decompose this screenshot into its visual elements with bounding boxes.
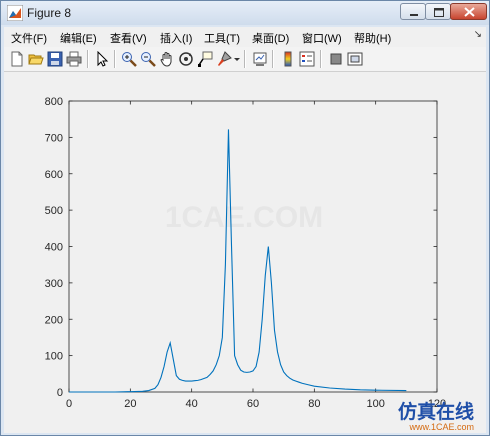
menu-insert[interactable]: 插入(I) bbox=[160, 30, 192, 46]
y-tick-label: 700 bbox=[45, 132, 63, 144]
x-tick-label: 60 bbox=[247, 398, 259, 410]
y-tick-label: 100 bbox=[45, 351, 63, 363]
brush-dropdown-icon[interactable] bbox=[233, 51, 241, 67]
title-bar[interactable]: Figure 8 bbox=[1, 1, 489, 25]
close-button[interactable] bbox=[450, 3, 487, 20]
minimize-button[interactable] bbox=[400, 3, 426, 20]
print-icon[interactable] bbox=[66, 51, 82, 67]
legend-icon[interactable] bbox=[299, 51, 315, 67]
x-tick-label: 100 bbox=[366, 398, 384, 410]
colorbar-icon[interactable] bbox=[280, 51, 296, 67]
menu-window[interactable]: 窗口(W) bbox=[302, 30, 342, 46]
y-tick-label: 200 bbox=[45, 314, 63, 326]
save-icon[interactable] bbox=[47, 51, 63, 67]
show-plot-tools-icon[interactable] bbox=[347, 51, 363, 67]
menu-tools[interactable]: 工具(T) bbox=[204, 30, 240, 46]
toolbar-separator bbox=[320, 50, 322, 68]
axes-box bbox=[68, 100, 438, 393]
dock-arrow-icon[interactable]: ↘ bbox=[474, 29, 482, 40]
menu-edit[interactable]: 编辑(E) bbox=[60, 30, 97, 46]
logo-text: 仿真在线 bbox=[398, 400, 474, 423]
toolbar-separator bbox=[272, 50, 274, 68]
matlab-icon bbox=[7, 5, 23, 21]
toolbar-separator bbox=[87, 50, 89, 68]
pan-hand-icon[interactable] bbox=[159, 51, 175, 67]
x-tick-label: 40 bbox=[186, 398, 198, 410]
figure-canvas: 1CAE.COM 0 20 40 60 80 100 120 0 100 200 300 400 500… bbox=[4, 72, 486, 433]
maximize-button[interactable] bbox=[425, 3, 451, 20]
link-plot-icon[interactable] bbox=[252, 51, 268, 67]
menu-view[interactable]: 查看(V) bbox=[110, 30, 147, 46]
y-tick-label: 0 bbox=[57, 387, 63, 399]
toolbar-separator bbox=[244, 50, 246, 68]
pointer-icon[interactable] bbox=[94, 51, 110, 67]
figure-window: Figure 8 文件(F) 编辑(E) 查看(V) 插入(I) 工具(T) 桌… bbox=[0, 0, 490, 436]
y-tick-label: 400 bbox=[45, 242, 63, 254]
figure-toolbar bbox=[4, 47, 486, 72]
close-icon bbox=[464, 7, 475, 17]
brush-icon[interactable] bbox=[216, 51, 232, 67]
open-file-icon[interactable] bbox=[28, 51, 44, 67]
x-tick-label: 20 bbox=[124, 398, 136, 410]
logo-url: www.1CAE.com bbox=[408, 422, 474, 432]
series-line bbox=[69, 129, 407, 393]
menu-file[interactable]: 文件(F) bbox=[11, 30, 47, 46]
watermark: 1CAE.COM bbox=[165, 201, 323, 234]
data-cursor-icon[interactable] bbox=[197, 51, 213, 67]
maximize-icon bbox=[434, 8, 444, 17]
y-tick-label: 500 bbox=[45, 205, 63, 217]
y-tick-label: 300 bbox=[45, 278, 63, 290]
x-tick-label: 0 bbox=[66, 398, 72, 410]
zoom-in-icon[interactable] bbox=[121, 51, 137, 67]
hide-plot-tools-icon[interactable] bbox=[328, 51, 344, 67]
y-tick-label: 800 bbox=[45, 96, 63, 108]
y-tick-label: 600 bbox=[45, 169, 63, 181]
menu-bar: 文件(F) 编辑(E) 查看(V) 插入(I) 工具(T) 桌面(D) 窗口(W… bbox=[4, 27, 486, 47]
window-title: Figure 8 bbox=[27, 6, 72, 20]
line-chart[interactable]: 1CAE.COM 0 20 40 60 80 100 1200100200300400500… bbox=[4, 72, 486, 433]
toolbar-separator bbox=[114, 50, 116, 68]
minimize-icon bbox=[410, 14, 418, 16]
menu-desktop[interactable]: 桌面(D) bbox=[252, 30, 289, 46]
menu-help[interactable]: 帮助(H) bbox=[354, 30, 391, 46]
rotate-3d-icon[interactable] bbox=[178, 51, 194, 67]
x-tick-label: 80 bbox=[308, 398, 320, 410]
new-figure-icon[interactable] bbox=[9, 51, 25, 67]
zoom-out-icon[interactable] bbox=[140, 51, 156, 67]
